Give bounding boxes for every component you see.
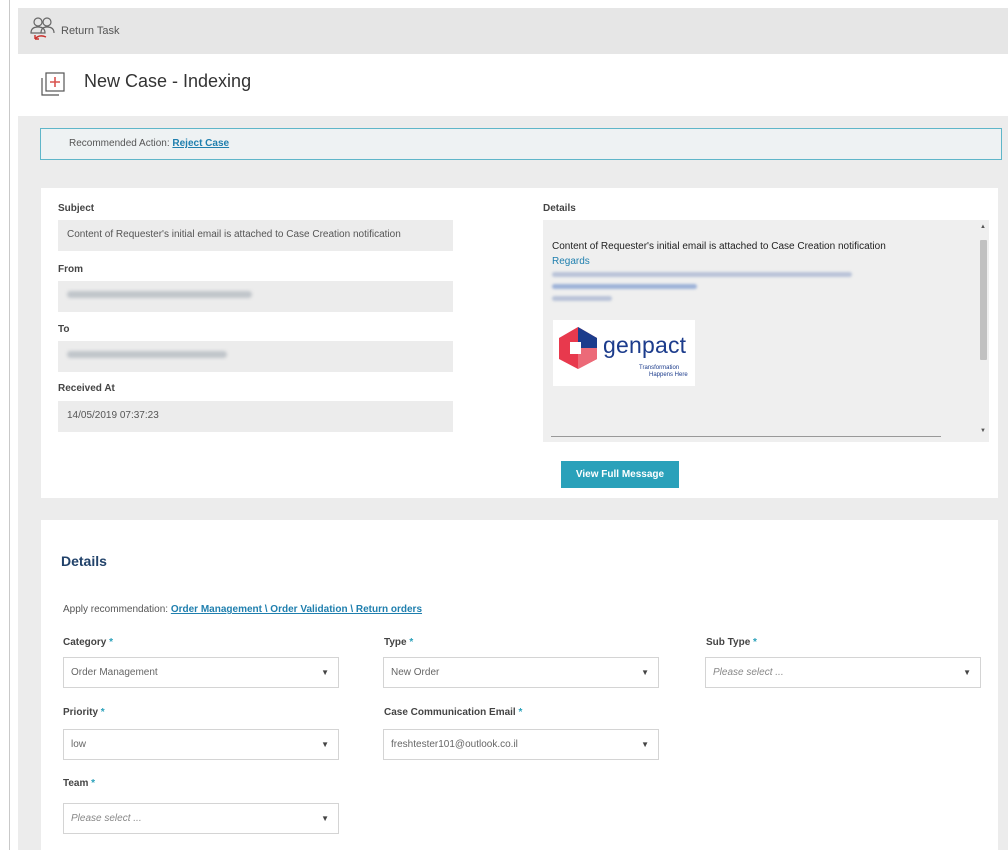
logo-wordmark: genpact [603, 332, 687, 358]
team-label: Team * [63, 778, 96, 789]
required-marker: * [91, 778, 96, 789]
from-field [58, 281, 453, 312]
chevron-down-icon: ▼ [641, 668, 649, 677]
type-select[interactable]: New Order ▼ [383, 657, 659, 688]
chevron-down-icon: ▼ [321, 740, 329, 749]
redacted-sender [67, 291, 252, 298]
redacted-signature [552, 272, 852, 308]
priority-value: low [71, 739, 87, 750]
priority-select[interactable]: low ▼ [63, 729, 339, 760]
to-label: To [58, 324, 70, 335]
to-field [58, 341, 453, 372]
case-email-select[interactable]: freshtester101@outlook.co.il ▼ [383, 729, 659, 760]
case-details-form: Details Apply recommendation: Order Mana… [41, 520, 998, 850]
case-email-value: freshtester101@outlook.co.il [391, 739, 518, 750]
scroll-up-icon[interactable]: ▲ [980, 224, 986, 230]
team-select[interactable]: Please select ... ▼ [63, 803, 339, 834]
email-scrollbar[interactable]: ▲ ▼ [978, 220, 989, 442]
case-app: Return Task New Case - Indexing Recommen… [18, 8, 1008, 850]
case-email-label: Case Communication Email * [384, 707, 523, 718]
email-summary-card: Subject Content of Requester's initial e… [41, 188, 998, 498]
required-marker: * [409, 637, 414, 648]
toolbar: Return Task [18, 8, 1008, 54]
logo-tagline-2: Happens Here [649, 372, 688, 378]
view-full-message-button[interactable]: View Full Message [561, 461, 679, 488]
apply-recommendation-link[interactable]: Order Management \ Order Validation \ Re… [171, 604, 422, 615]
apply-recommendation-label: Apply recommendation: [63, 604, 171, 615]
chevron-down-icon: ▼ [641, 740, 649, 749]
scroll-down-icon[interactable]: ▼ [980, 428, 986, 434]
details-section-title: Details [61, 553, 107, 569]
new-case-icon [40, 72, 68, 101]
left-divider [9, 0, 10, 850]
reject-case-link[interactable]: Reject Case [172, 138, 229, 149]
received-at-field: 14/05/2019 07:37:23 [58, 401, 453, 432]
priority-label: Priority * [63, 707, 105, 718]
team-placeholder: Please select ... [71, 813, 142, 824]
recommended-action-label: Recommended Action: [69, 138, 173, 149]
scroll-thumb[interactable] [980, 240, 987, 360]
details-label: Details [543, 203, 576, 214]
page-title: New Case - Indexing [84, 71, 252, 91]
email-body-text: Content of Requester's initial email is … [552, 241, 886, 252]
required-marker: * [753, 637, 757, 648]
email-body-preview[interactable]: Content of Requester's initial email is … [543, 220, 989, 442]
type-label: Type * [384, 637, 414, 648]
signature-divider [551, 436, 941, 437]
category-value: Order Management [71, 667, 158, 678]
apply-recommendation: Apply recommendation: Order Management \… [63, 604, 422, 615]
received-at-label: Received At [58, 383, 115, 394]
sub-type-label: Sub Type * [706, 637, 757, 648]
email-regards: Regards [552, 256, 590, 267]
subject-field: Content of Requester's initial email is … [58, 220, 453, 251]
logo-tagline-1: Transformation [639, 365, 680, 371]
sub-type-placeholder: Please select ... [713, 667, 784, 678]
users-return-icon [28, 14, 58, 44]
recommended-action-banner: Recommended Action: Reject Case [40, 128, 1002, 160]
chevron-down-icon: ▼ [321, 668, 329, 677]
chevron-down-icon: ▼ [963, 668, 971, 677]
from-label: From [58, 264, 83, 275]
category-select[interactable]: Order Management ▼ [63, 657, 339, 688]
return-task-label: Return Task [61, 25, 120, 37]
required-marker: * [518, 707, 523, 718]
chevron-down-icon: ▼ [321, 814, 329, 823]
return-task-button[interactable]: Return Task [28, 12, 120, 46]
required-marker: * [109, 637, 114, 648]
redacted-recipient [67, 351, 227, 358]
category-label: Category * [63, 637, 114, 648]
genpact-logo: genpact Transformation Happens Here [553, 320, 695, 386]
page-header: New Case - Indexing [18, 54, 1008, 116]
required-marker: * [100, 707, 105, 718]
type-value: New Order [391, 667, 440, 678]
subject-label: Subject [58, 203, 95, 214]
sub-type-select[interactable]: Please select ... ▼ [705, 657, 981, 688]
